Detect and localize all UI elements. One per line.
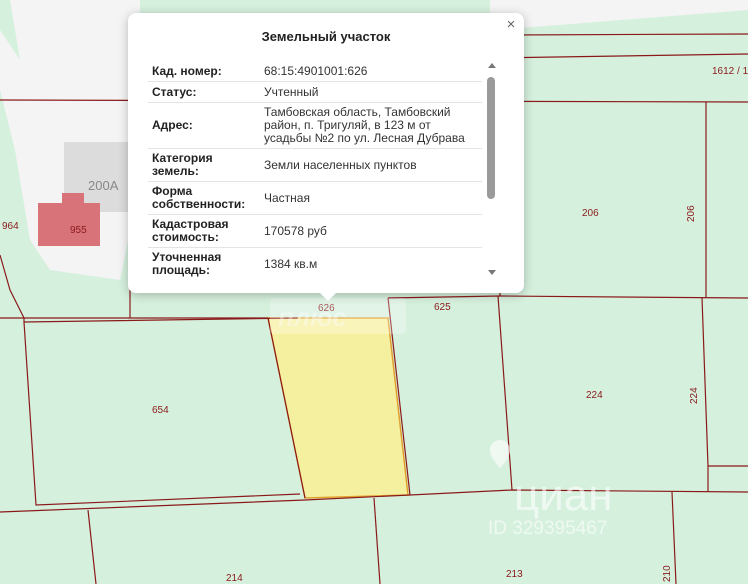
parcel-label-224-vertical: 224 [689,387,700,404]
value-cadastral-number: 68:15:4901001:626 [264,63,368,78]
value-ownership: Частная [264,190,310,205]
parcel-label-955: 955 [70,225,87,236]
label-cadastral-value: Кадастровая стоимость: [152,217,229,244]
watermark-plus: плюс [270,298,406,334]
parcel-label-224: 224 [586,390,603,401]
popup-title: Земельный участок [261,29,391,44]
popup-pointer [318,291,338,301]
label-land-category: Категория земель: [152,151,213,178]
svg-text:ID 329395467: ID 329395467 [488,518,607,539]
value-land-category: Земли населенных пунктов [264,157,417,172]
parcel-label-625: 625 [434,302,451,313]
label-ownership: Форма собственности: [152,184,246,211]
value-status: Учтенный [264,84,319,99]
value-address: Тамбовская область, Тамбовский район, п.… [264,105,465,145]
row-ownership: Форма собственности: Частная [148,182,482,215]
label-address: Адрес: [152,118,193,132]
row-cadastral-number: Кад. номер: 68:15:4901001:626 [148,61,482,82]
parcel-label-964: 964 [2,221,19,232]
parcel-label-210: 210 [662,565,673,582]
popup-scrollbar[interactable] [486,63,498,275]
label-area: Уточненная площадь: [152,250,222,277]
value-cadastral-value: 170578 руб [264,223,327,238]
building-label: 200А [88,178,119,193]
row-status: Статус: Учтенный [148,82,482,103]
svg-text:циан: циан [514,471,613,520]
svg-text:плюс: плюс [278,302,347,332]
row-cadastral-value: Кадастровая стоимость: 170578 руб [148,215,482,248]
parcel-label-213: 213 [506,569,523,580]
scroll-down-arrow-icon[interactable] [488,270,496,275]
row-address: Адрес: Тамбовская область, Тамбовский ра… [148,103,482,149]
parcel-label-1612: 1612 / 17 [712,66,748,77]
close-icon[interactable]: × [502,16,520,34]
parcel-label-654: 654 [152,405,169,416]
parcel-label-206: 206 [582,208,599,219]
row-area: Уточненная площадь: 1384 кв.м [148,248,482,277]
parcel-info-popup: Земельный участок × Кад. номер: 68:15:49… [128,13,524,293]
parcel-label-206-vertical: 206 [686,205,697,222]
row-land-category: Категория земель: Земли населенных пункт… [148,149,482,182]
scroll-up-arrow-icon[interactable] [488,63,496,68]
popup-details: Кад. номер: 68:15:4901001:626 Статус: Уч… [148,61,482,277]
scroll-thumb[interactable] [487,77,495,199]
value-area: 1384 кв.м [264,256,318,271]
label-status: Статус: [152,84,197,99]
parcel-label-214: 214 [226,573,243,584]
label-cadastral-number: Кад. номер: [152,63,222,78]
